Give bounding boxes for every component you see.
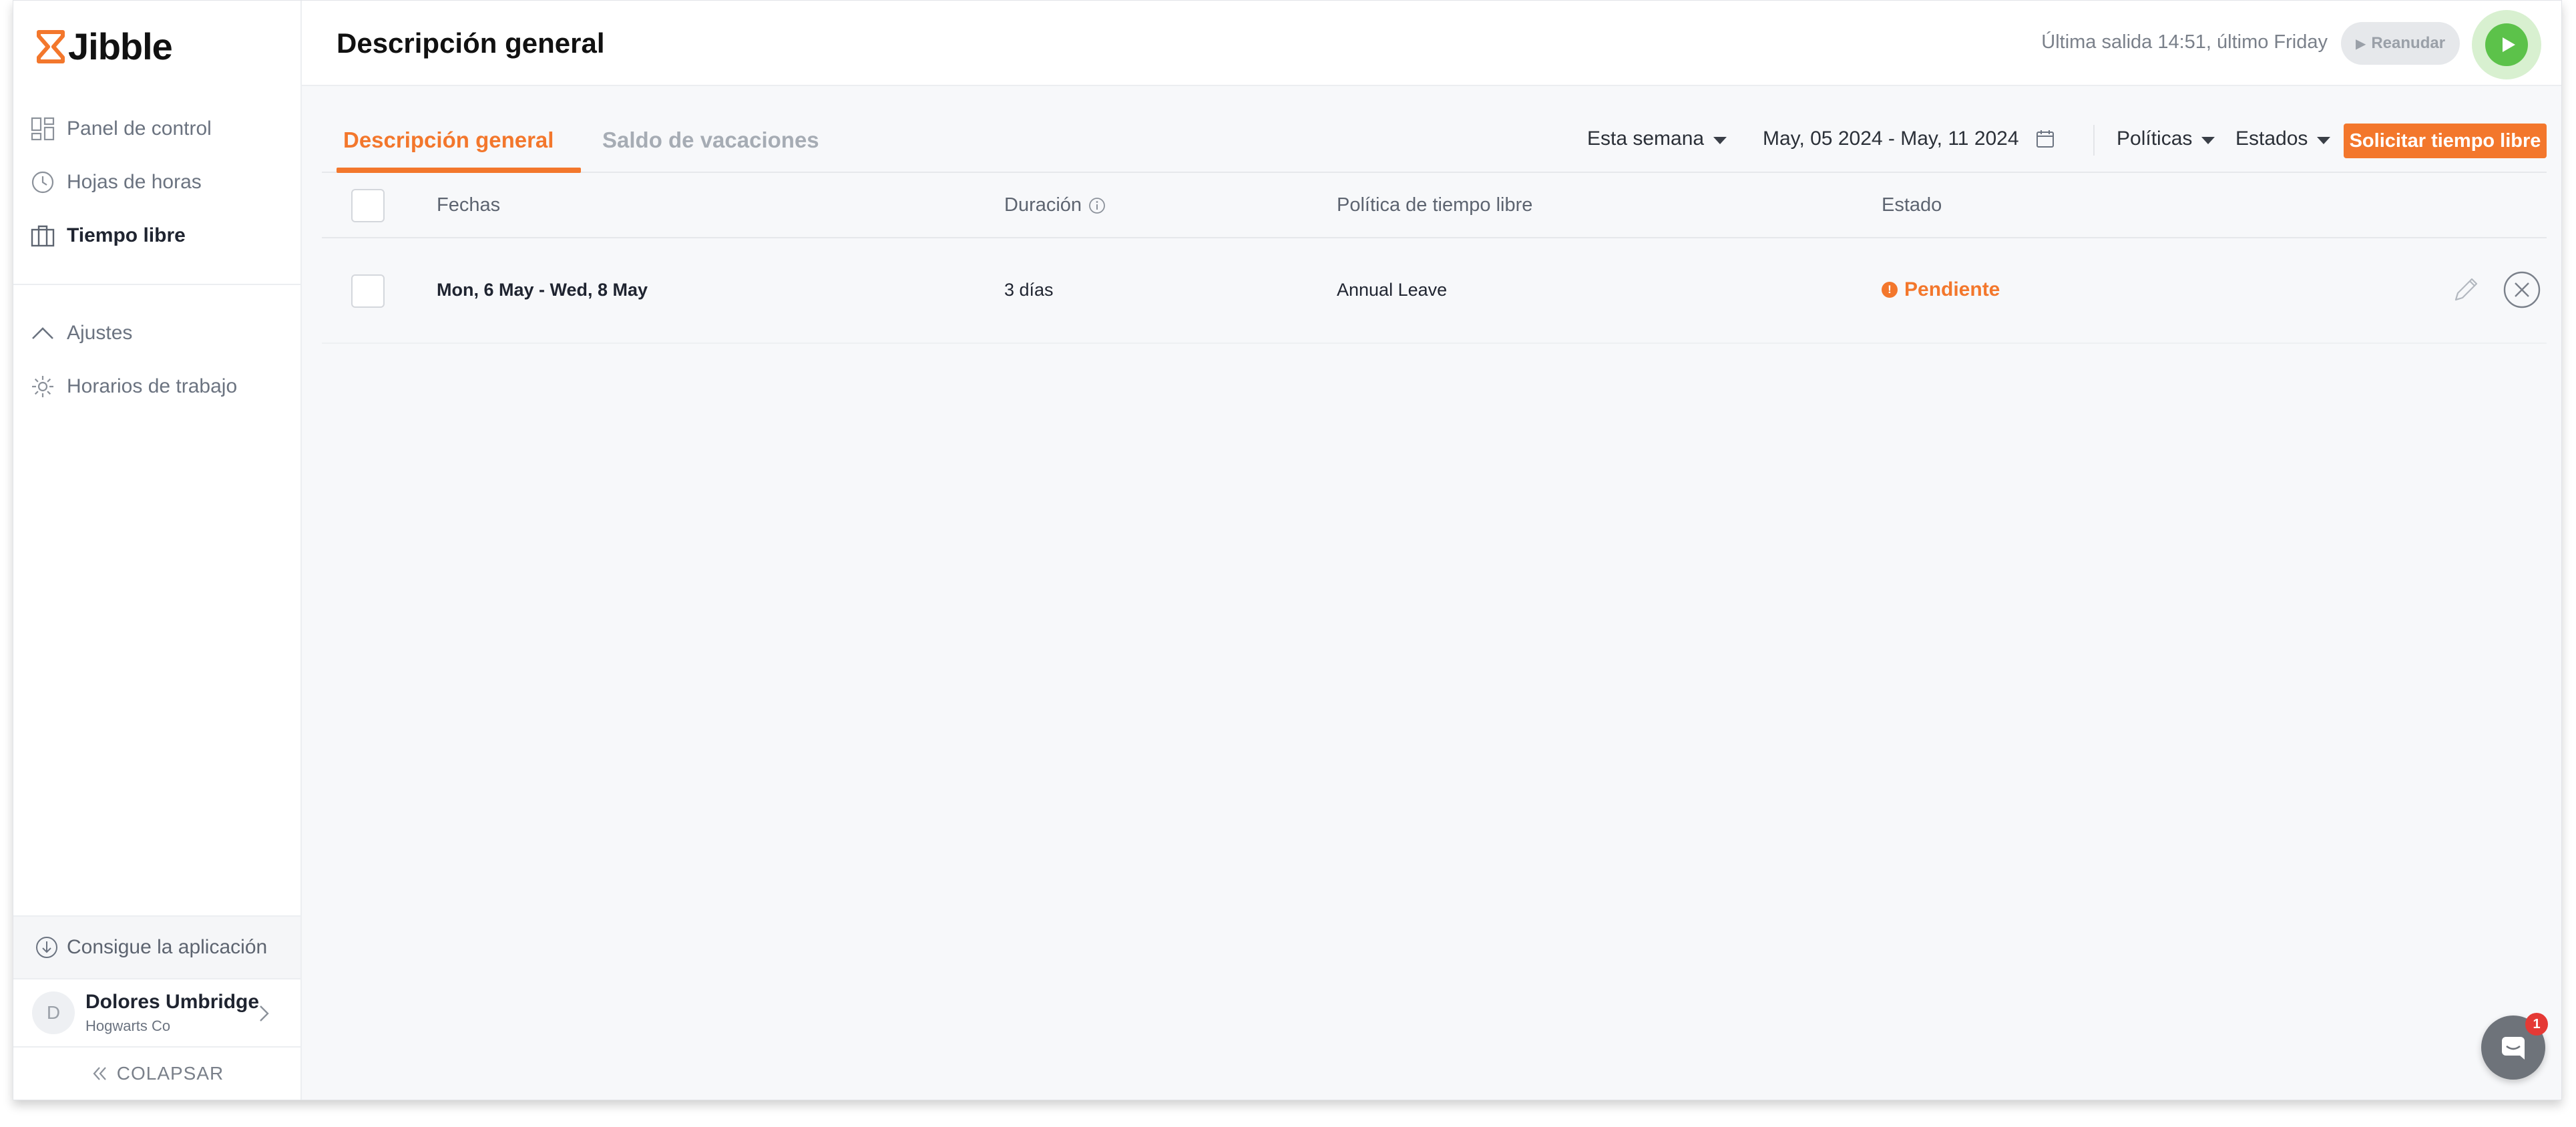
filter-separator <box>2093 125 2095 156</box>
status-label: Pendiente <box>1904 278 2000 300</box>
play-small-icon: ▶ <box>2355 36 2366 51</box>
get-app-link[interactable]: Consigue la aplicación <box>13 915 300 978</box>
double-chevron-left-icon <box>93 1067 106 1080</box>
sidebar-nav-main: Panel de control Hojas de horas Tiempo l… <box>13 102 300 262</box>
sidebar-item-label: Horarios de trabajo <box>67 375 238 397</box>
table-header: Fechas Duración Política de tiempo libre… <box>322 173 2547 238</box>
sidebar-item-label: Ajustes <box>67 322 133 344</box>
column-header-policy: Política de tiempo libre <box>1337 194 1533 216</box>
chevron-up-icon <box>29 320 56 347</box>
row-checkbox[interactable] <box>351 274 385 308</box>
states-dropdown[interactable]: Estados <box>2235 128 2331 150</box>
pencil-icon <box>2454 278 2478 301</box>
date-range-label: May, 05 2024 - May, 11 2024 <box>1763 128 2019 150</box>
status-badge: ! Pendiente <box>1882 278 2000 301</box>
column-header-duration-label: Duración <box>1004 194 1082 216</box>
notification-badge: 1 <box>2525 1013 2548 1036</box>
collapse-label: COLAPSAR <box>116 1063 224 1084</box>
sidebar-nav-settings: Ajustes Horarios de trabajo <box>13 306 300 413</box>
sidebar-item-settings[interactable]: Ajustes <box>13 306 300 360</box>
caret-down-icon <box>1713 136 1727 144</box>
calendar-icon <box>2036 130 2054 148</box>
play-button-core <box>2485 23 2528 66</box>
tabs-toolbar: Descripción general Saldo de vacaciones … <box>322 107 2547 173</box>
sidebar-item-time-off[interactable]: Tiempo libre <box>13 209 300 262</box>
chat-support-button[interactable]: 1 <box>2481 1013 2548 1080</box>
request-time-off-button[interactable]: Solicitar tiempo libre <box>2344 124 2547 158</box>
resume-label: Reanudar <box>2371 34 2446 52</box>
gear-icon <box>29 373 56 400</box>
close-circle-icon <box>2503 271 2541 308</box>
sidebar-item-dashboard[interactable]: Panel de control <box>13 102 300 156</box>
policies-label: Políticas <box>2117 128 2193 150</box>
chat-icon <box>2502 1037 2525 1060</box>
sidebar-item-label: Hojas de horas <box>67 171 202 193</box>
row-duration: 3 días <box>1004 280 1054 300</box>
time-off-table: Fechas Duración Política de tiempo libre… <box>322 173 2547 344</box>
row-dates: Mon, 6 May - Wed, 8 May <box>437 280 648 300</box>
clock-icon <box>29 169 56 196</box>
caret-down-icon <box>2317 136 2331 144</box>
logo[interactable]: Jibble <box>36 25 173 68</box>
info-icon[interactable] <box>1087 196 1107 216</box>
user-profile[interactable]: D Dolores Umbridge Hogwarts Co <box>13 978 300 1046</box>
dashboard-icon <box>29 116 56 142</box>
tab-vacation-balance[interactable]: Saldo de vacaciones <box>602 128 819 153</box>
table-row[interactable]: Mon, 6 May - Wed, 8 May 3 días Annual Le… <box>322 238 2547 344</box>
resume-button[interactable]: ▶ Reanudar <box>2341 22 2460 65</box>
briefcase-icon <box>29 222 56 249</box>
last-out-text: Última salida 14:51, último Friday <box>2041 31 2328 53</box>
alert-icon: ! <box>1882 282 1898 298</box>
edit-button[interactable] <box>2446 270 2485 312</box>
period-dropdown[interactable]: Esta semana <box>1587 128 1727 150</box>
sidebar-divider <box>13 284 300 285</box>
user-name: Dolores Umbridge <box>85 991 260 1013</box>
row-policy: Annual Leave <box>1337 280 1448 300</box>
select-all-checkbox[interactable] <box>351 189 385 222</box>
page-header: Descripción general Última salida 14:51,… <box>302 1 2561 86</box>
sidebar-item-label: Tiempo libre <box>67 224 186 246</box>
chevron-right-icon <box>260 1005 269 1022</box>
get-app-label: Consigue la aplicación <box>67 936 268 958</box>
period-label: Esta semana <box>1587 128 1705 150</box>
hourglass-logo-icon <box>37 29 65 63</box>
column-header-dates: Fechas <box>437 194 501 216</box>
sidebar-item-timesheets[interactable]: Hojas de horas <box>13 156 300 209</box>
app-window: Jibble Panel de control Hojas de horas T… <box>13 0 2562 1100</box>
date-range-picker[interactable]: May, 05 2024 - May, 11 2024 <box>1763 128 2055 150</box>
download-icon <box>36 937 57 958</box>
clock-in-play-button[interactable] <box>2472 10 2541 79</box>
column-header-duration: Duración <box>1004 194 1107 216</box>
play-icon <box>2503 37 2515 52</box>
page-title: Descripción general <box>337 27 605 59</box>
policies-dropdown[interactable]: Políticas <box>2117 128 2215 150</box>
logo-text: Jibble <box>68 25 173 67</box>
avatar: D <box>32 991 75 1034</box>
states-label: Estados <box>2235 128 2308 150</box>
collapse-sidebar-button[interactable]: COLAPSAR <box>13 1046 300 1100</box>
cancel-request-button[interactable] <box>2503 270 2541 312</box>
sidebar-item-work-schedules[interactable]: Horarios de trabajo <box>13 360 300 413</box>
user-org: Hogwarts Co <box>85 1018 171 1034</box>
sidebar-item-label: Panel de control <box>67 118 212 140</box>
tab-overview[interactable]: Descripción general <box>343 128 554 153</box>
active-tab-indicator <box>337 168 581 173</box>
sidebar: Jibble Panel de control Hojas de horas T… <box>13 1 302 1100</box>
column-header-status: Estado <box>1882 194 1942 216</box>
caret-down-icon <box>2201 136 2215 144</box>
